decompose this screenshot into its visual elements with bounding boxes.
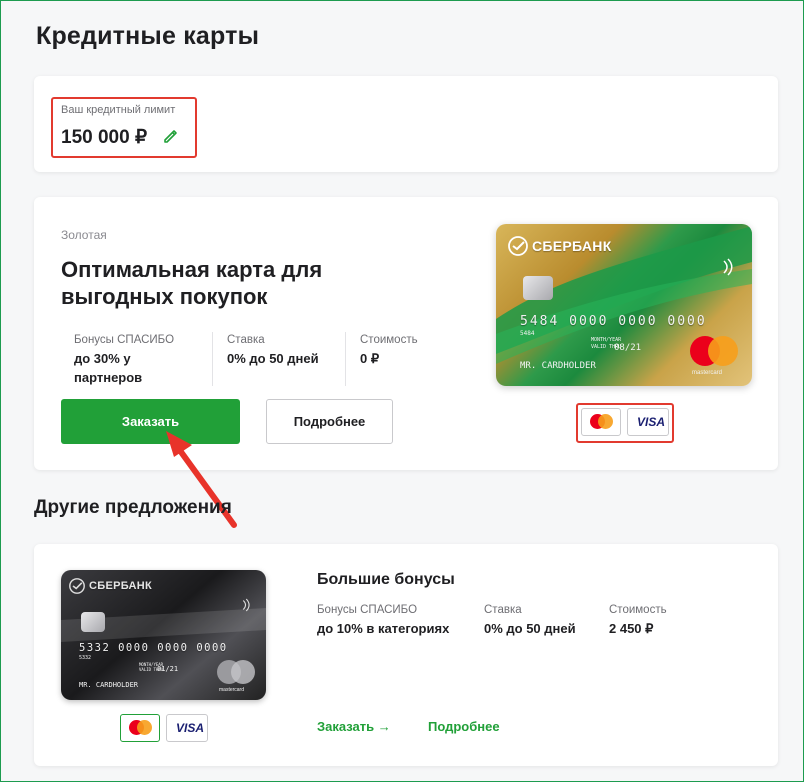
visa-logo-icon: VISA [637, 415, 666, 429]
order-link[interactable]: Заказать → [317, 719, 391, 734]
stat-rate-value: 0% до 50 дней [227, 351, 319, 366]
visa-option[interactable]: VISA [166, 714, 208, 742]
card-bank-name: СБЕРБАНК [89, 580, 153, 592]
stat-cost-value: 0 ₽ [360, 351, 380, 366]
offer-title: Оптимальная карта для выгодных покупок [61, 257, 323, 309]
card-chip [523, 276, 553, 300]
contactless-icon [723, 258, 733, 276]
contactless-icon [242, 598, 250, 612]
other-offer-title: Большие бонусы [317, 571, 455, 588]
offer-tier-label: Золотая [61, 228, 107, 242]
card-bank-name: СБЕРБАНК [532, 238, 612, 254]
credit-limit-value: 150 000 ₽ [61, 127, 148, 148]
card-number: 5332 0000 0000 0000 [79, 642, 228, 654]
card-brand-text: mastercard [692, 370, 723, 376]
stat-rate-label: Ставка [227, 334, 265, 346]
gold-card-image: СБЕРБАНК 5484 0000 0000 0000 5484 MONTH/… [496, 224, 752, 386]
black-card-image: СБЕРБАНК 5332 0000 0000 0000 5332 MONTH/… [61, 570, 266, 700]
stat-cost-value: 2 450 ₽ [609, 621, 654, 636]
card-brand-text: mastercard [219, 687, 245, 693]
card-chip [81, 612, 105, 632]
card-expiry: 08/21 [614, 343, 642, 353]
visa-logo-icon: VISA [176, 721, 205, 735]
mastercard-option[interactable] [120, 714, 160, 742]
stat-bonus-value: до 10% в категориях [317, 621, 450, 636]
stat-bonus-label: Бонусы СПАСИБО [317, 604, 418, 616]
card-number-prefix: 5332 [79, 655, 92, 661]
page-title: Кредитные карты [36, 22, 260, 50]
stat-cost-label: Стоимость [360, 334, 418, 346]
mastercard-logo-icon [690, 336, 740, 368]
stat-divider [212, 332, 213, 386]
stat-divider [345, 332, 346, 386]
card-expiry: 01/21 [157, 665, 179, 673]
stat-bonus-value: до 30% у партнеров [74, 351, 143, 385]
details-link[interactable]: Подробнее [428, 719, 500, 734]
card-number-prefix: 5484 [520, 330, 535, 337]
visa-option[interactable]: VISA [627, 408, 669, 436]
stat-cost-label: Стоимость [609, 604, 667, 616]
card-number: 5484 0000 0000 0000 [520, 314, 707, 329]
stat-rate-label: Ставка [484, 604, 522, 616]
mastercard-option[interactable] [581, 408, 621, 436]
stat-bonus-label: Бонусы СПАСИБО [74, 334, 175, 346]
sber-logo-icon [508, 236, 528, 256]
credit-limit-label: Ваш кредитный лимит [61, 104, 176, 116]
sber-logo-icon [69, 578, 85, 594]
mastercard-logo-icon [217, 660, 257, 684]
details-button[interactable]: Подробнее [266, 399, 393, 444]
card-holder: MR. CARDHOLDER [79, 681, 139, 689]
stat-rate-value: 0% до 50 дней [484, 621, 576, 636]
other-offers-title: Другие предложения [34, 497, 232, 518]
card-holder: MR. CARDHOLDER [520, 361, 596, 371]
edit-pencil-icon[interactable] [162, 127, 180, 145]
